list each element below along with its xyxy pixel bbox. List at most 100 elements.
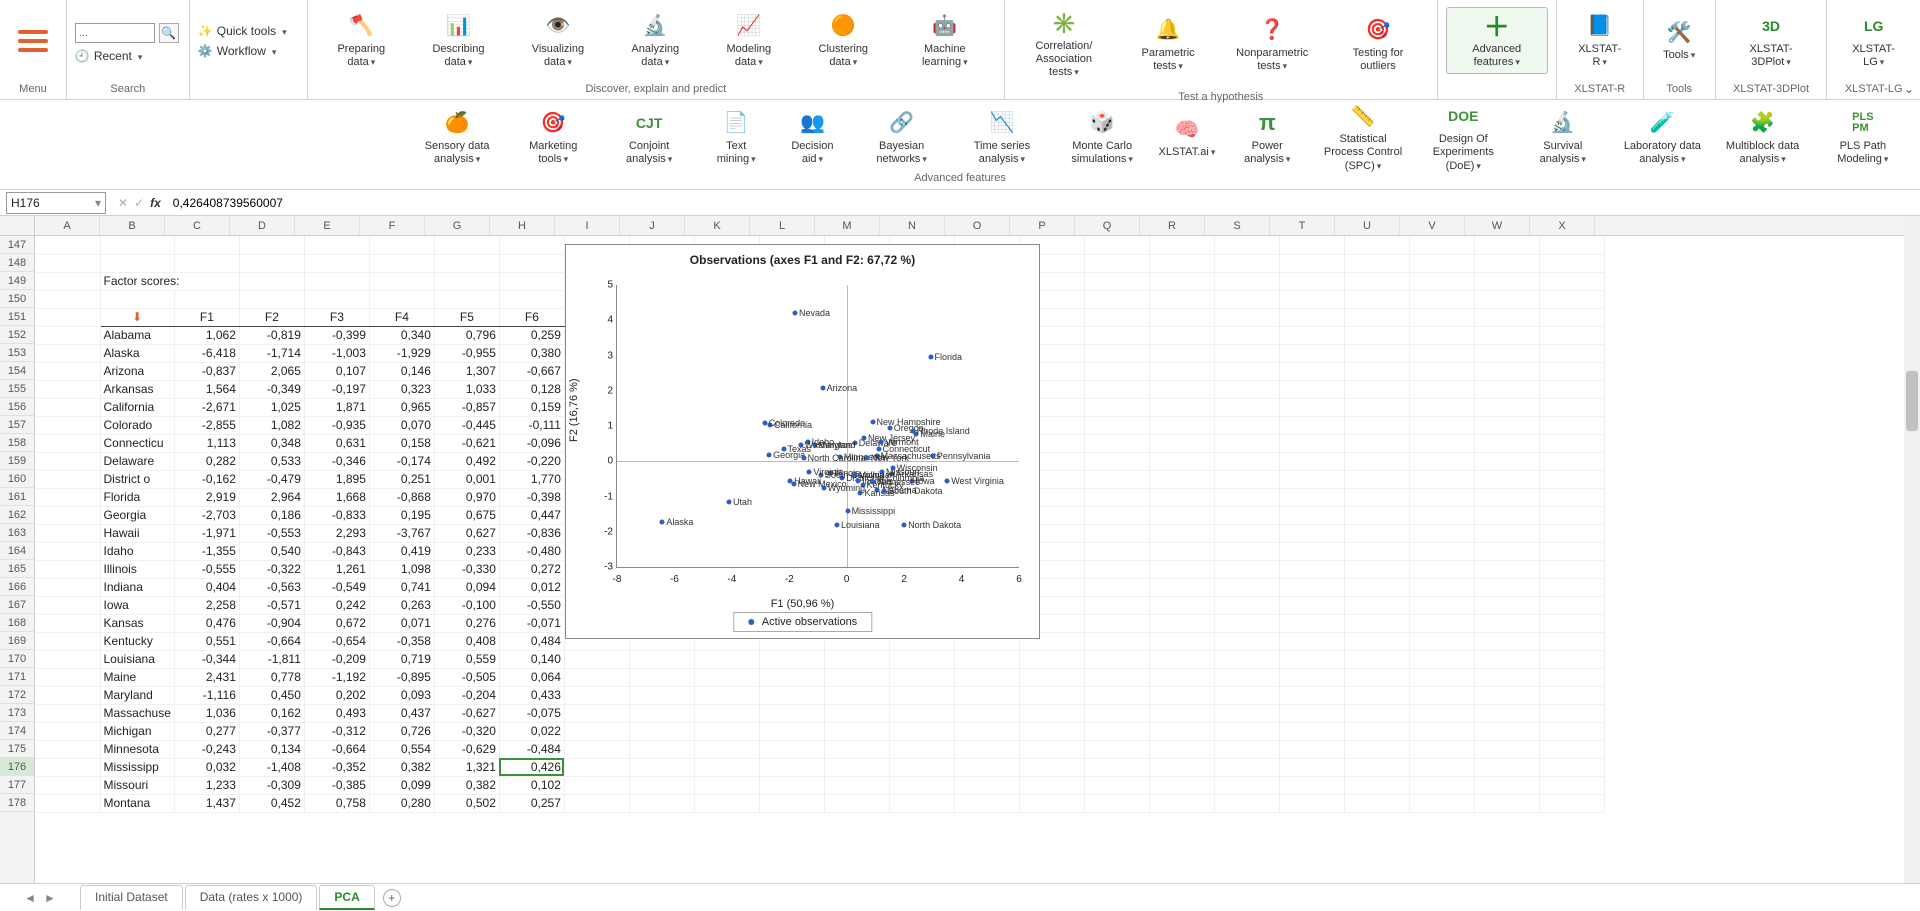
enter-icon[interactable]: ✓ bbox=[134, 196, 144, 210]
state-label[interactable]: Kansas bbox=[100, 614, 174, 632]
col-header-P[interactable]: P bbox=[1010, 216, 1075, 235]
table-cell[interactable]: 0,348 bbox=[239, 434, 304, 452]
state-label[interactable]: Delaware bbox=[100, 452, 174, 470]
table-cell[interactable]: -0,479 bbox=[239, 470, 304, 488]
table-cell[interactable]: -0,162 bbox=[174, 470, 239, 488]
row-header[interactable]: 157 bbox=[0, 416, 34, 434]
table-cell[interactable]: -0,197 bbox=[304, 380, 369, 398]
chart-point[interactable] bbox=[945, 478, 950, 483]
table-cell[interactable]: 0,778 bbox=[239, 668, 304, 686]
table-cell[interactable]: 0,195 bbox=[369, 506, 434, 524]
table-cell[interactable]: -0,352 bbox=[304, 758, 369, 776]
table-cell[interactable]: -0,111 bbox=[499, 416, 564, 434]
row-header[interactable]: 172 bbox=[0, 686, 34, 704]
row-header[interactable]: 167 bbox=[0, 596, 34, 614]
search-input[interactable] bbox=[75, 23, 155, 43]
add-sheet-button[interactable]: + bbox=[383, 889, 401, 907]
state-label[interactable]: Maine bbox=[100, 668, 174, 686]
row-header[interactable]: 166 bbox=[0, 578, 34, 596]
state-label[interactable]: Iowa bbox=[100, 596, 174, 614]
state-label[interactable]: Arizona bbox=[100, 362, 174, 380]
chart-point[interactable] bbox=[834, 523, 839, 528]
col-header-V[interactable]: V bbox=[1400, 216, 1465, 235]
table-cell[interactable]: -1,811 bbox=[239, 650, 304, 668]
table-cell[interactable]: -0,843 bbox=[304, 542, 369, 560]
table-cell[interactable]: 1,770 bbox=[499, 470, 564, 488]
row-header[interactable]: 153 bbox=[0, 344, 34, 362]
row-header[interactable]: 156 bbox=[0, 398, 34, 416]
col-header-S[interactable]: S bbox=[1205, 216, 1270, 235]
chart-point[interactable] bbox=[820, 386, 825, 391]
table-cell[interactable]: 0,554 bbox=[369, 740, 434, 758]
state-label[interactable]: Connecticu bbox=[100, 434, 174, 452]
table-cell[interactable]: 0,965 bbox=[369, 398, 434, 416]
table-cell[interactable]: -0,358 bbox=[369, 632, 434, 650]
multiblock-button[interactable]: 🧩Multiblock data analysis bbox=[1713, 104, 1811, 171]
table-cell[interactable]: -2,855 bbox=[174, 416, 239, 434]
table-cell[interactable]: -0,629 bbox=[434, 740, 499, 758]
chart-point[interactable] bbox=[890, 466, 895, 471]
table-cell[interactable]: -0,174 bbox=[369, 452, 434, 470]
timeseries-button[interactable]: 📉Time series analysis bbox=[953, 104, 1051, 171]
table-cell[interactable]: 0,093 bbox=[369, 686, 434, 704]
table-cell[interactable]: 2,293 bbox=[304, 524, 369, 542]
chart-point[interactable] bbox=[928, 354, 933, 359]
table-cell[interactable]: 0,094 bbox=[434, 578, 499, 596]
table-cell[interactable]: 0,277 bbox=[174, 722, 239, 740]
col-header-M[interactable]: M bbox=[815, 216, 880, 235]
table-cell[interactable]: 0,257 bbox=[499, 794, 564, 812]
state-label[interactable]: Minnesota bbox=[100, 740, 174, 758]
table-cell[interactable]: 1,321 bbox=[434, 758, 499, 776]
machine-learning-button[interactable]: 🤖Machine learning bbox=[894, 7, 996, 74]
table-cell[interactable]: 0,970 bbox=[434, 488, 499, 506]
power-button[interactable]: πPower analysis bbox=[1223, 104, 1312, 171]
state-label[interactable]: Hawaii bbox=[100, 524, 174, 542]
table-cell[interactable]: -0,312 bbox=[304, 722, 369, 740]
table-cell[interactable]: 0,140 bbox=[499, 650, 564, 668]
table-cell[interactable]: -0,445 bbox=[434, 416, 499, 434]
col-header-N[interactable]: N bbox=[880, 216, 945, 235]
table-cell[interactable]: -1,408 bbox=[239, 758, 304, 776]
table-cell[interactable]: -0,220 bbox=[499, 452, 564, 470]
chart-point[interactable] bbox=[930, 453, 935, 458]
table-cell[interactable]: 1,895 bbox=[304, 470, 369, 488]
table-cell[interactable]: 2,431 bbox=[174, 668, 239, 686]
describing-data-button[interactable]: 📊Describing data bbox=[411, 7, 506, 74]
textmining-button[interactable]: 📄Text mining bbox=[700, 104, 772, 171]
table-cell[interactable]: 1,113 bbox=[174, 434, 239, 452]
parametric-button[interactable]: 🔔Parametric tests bbox=[1119, 11, 1217, 78]
plot3d-button[interactable]: 3DXLSTAT-3DPlot bbox=[1724, 7, 1819, 74]
col-header-A[interactable]: A bbox=[35, 216, 100, 235]
sensory-button[interactable]: 🍊Sensory data analysis bbox=[408, 104, 506, 171]
row-header[interactable]: 162 bbox=[0, 506, 34, 524]
table-cell[interactable]: -1,116 bbox=[174, 686, 239, 704]
table-cell[interactable]: -1,003 bbox=[304, 344, 369, 362]
table-cell[interactable]: 0,559 bbox=[434, 650, 499, 668]
table-cell[interactable]: 0,158 bbox=[369, 434, 434, 452]
table-cell[interactable]: -0,243 bbox=[174, 740, 239, 758]
state-label[interactable]: Massachuse bbox=[100, 704, 174, 722]
table-cell[interactable]: -1,971 bbox=[174, 524, 239, 542]
row-header[interactable]: 171 bbox=[0, 668, 34, 686]
table-cell[interactable]: 1,564 bbox=[174, 380, 239, 398]
table-cell[interactable]: 0,242 bbox=[304, 596, 369, 614]
table-cell[interactable]: -0,385 bbox=[304, 776, 369, 794]
col-header-R[interactable]: R bbox=[1140, 216, 1205, 235]
montecarlo-button[interactable]: 🎲Monte Carlo simulations bbox=[1053, 104, 1151, 171]
table-cell[interactable]: 2,258 bbox=[174, 596, 239, 614]
state-label[interactable]: Alaska bbox=[100, 344, 174, 362]
table-cell[interactable]: -0,819 bbox=[239, 326, 304, 344]
table-cell[interactable]: -1,929 bbox=[369, 344, 434, 362]
decision-button[interactable]: 👥Decision aid bbox=[774, 104, 850, 171]
table-cell[interactable]: -0,836 bbox=[499, 524, 564, 542]
table-cell[interactable]: 0,263 bbox=[369, 596, 434, 614]
table-cell[interactable]: 0,719 bbox=[369, 650, 434, 668]
advanced-features-button[interactable]: ＋Advanced features bbox=[1446, 7, 1548, 74]
chart-point[interactable] bbox=[910, 429, 915, 434]
col-header-L[interactable]: L bbox=[750, 216, 815, 235]
table-cell[interactable]: 1,233 bbox=[174, 776, 239, 794]
table-cell[interactable]: 0,162 bbox=[239, 704, 304, 722]
table-cell[interactable]: -0,399 bbox=[304, 326, 369, 344]
chart-point[interactable] bbox=[845, 508, 850, 513]
table-cell[interactable]: 0,134 bbox=[239, 740, 304, 758]
